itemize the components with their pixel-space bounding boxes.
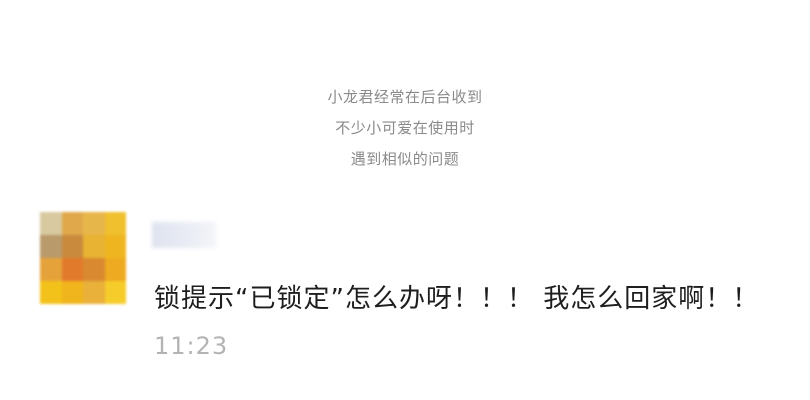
intro-line: 小龙君经常在后台收到: [327, 88, 483, 106]
intro-line: 不少小可爱在使用时: [335, 119, 475, 137]
comment-text: 锁提示“已锁定”怎么办呀！！！ 我怎么回家啊！！: [154, 284, 760, 314]
username: [152, 222, 216, 248]
user-comment: 锁提示“已锁定”怎么办呀！！！ 我怎么回家啊！！ 11:23: [40, 212, 800, 382]
intro-line: 遇到相似的问题: [350, 150, 460, 168]
article-page: 小龙君经常在后台收到 不少小可爱在使用时 遇到相似的问题 锁提示“已锁定”怎么办…: [0, 0, 810, 400]
intro-text: 小龙君经常在后台收到 不少小可爱在使用时 遇到相似的问题: [0, 82, 810, 175]
comment-timestamp: 11:23: [154, 332, 229, 360]
avatar[interactable]: [40, 212, 126, 304]
